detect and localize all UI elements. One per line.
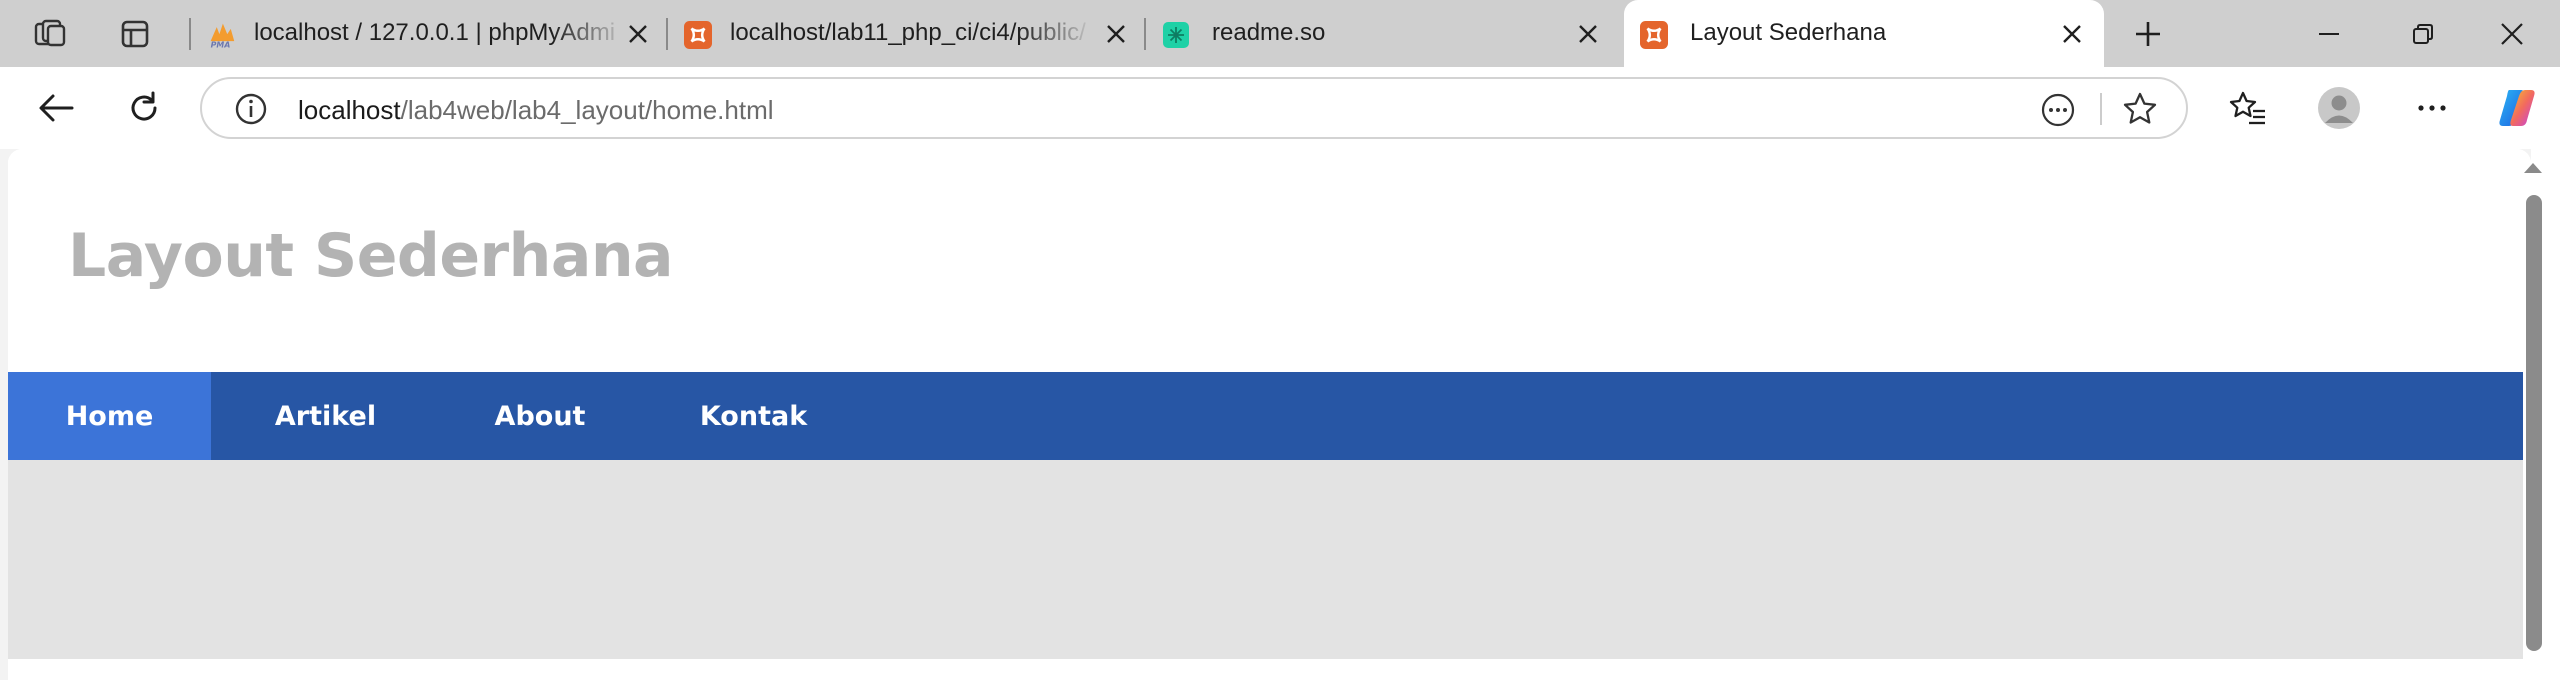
close-tab-icon[interactable] <box>2056 18 2088 50</box>
favorite-star-icon[interactable] <box>2122 91 2158 132</box>
copilot-icon[interactable] <box>2493 84 2541 132</box>
tab-title-fade <box>1018 0 1108 67</box>
restore-icon[interactable] <box>2399 10 2447 58</box>
tab-readme[interactable]: readme.so <box>1146 0 1624 67</box>
close-tab-icon[interactable] <box>622 18 654 50</box>
page-header: Layout Sederhana <box>8 149 2523 372</box>
refresh-icon[interactable] <box>120 84 168 132</box>
xampp-icon <box>684 21 712 49</box>
close-window-icon[interactable] <box>2488 10 2536 58</box>
svg-text:PMA: PMA <box>211 40 231 49</box>
main-nav: Home Artikel About Kontak <box>8 372 2523 460</box>
tab-strip: PMA localhost / 127.0.0.1 | phpMyAdmin l… <box>0 0 2560 67</box>
favorites-icon[interactable] <box>2224 84 2272 132</box>
new-tab-icon[interactable] <box>2124 10 2172 58</box>
nav-artikel[interactable]: Artikel <box>211 372 440 460</box>
nav-about[interactable]: About <box>440 372 640 460</box>
nav-home[interactable]: Home <box>8 372 211 460</box>
back-icon[interactable] <box>32 84 80 132</box>
tab-phpmyadmin[interactable]: PMA localhost / 127.0.0.1 | phpMyAdmin <box>192 0 668 67</box>
tab-actions-icon[interactable] <box>111 10 159 58</box>
minimize-icon[interactable] <box>2305 10 2353 58</box>
workspaces-icon[interactable] <box>26 10 74 58</box>
close-tab-icon[interactable] <box>1572 18 1604 50</box>
scroll-up-icon[interactable] <box>2524 163 2542 173</box>
xampp-icon <box>1640 21 1668 49</box>
address-divider <box>2100 93 2102 125</box>
browser-toolbar: localhost/lab4web/lab4_layout/home.html <box>0 67 2560 149</box>
close-tab-icon[interactable] <box>1100 18 1132 50</box>
site-info-icon[interactable] <box>234 92 268 131</box>
address-bar[interactable]: localhost/lab4web/lab4_layout/home.html <box>200 77 2188 139</box>
scrollbar-thumb[interactable] <box>2526 195 2542 651</box>
content-area <box>8 460 2523 659</box>
readme-icon <box>1162 21 1190 49</box>
tab-divider <box>189 18 191 50</box>
page-body <box>8 659 2523 680</box>
url-path: /lab4web/lab4_layout/home.html <box>400 95 774 125</box>
tab-title: Layout Sederhana <box>1690 19 1887 46</box>
url-text[interactable]: localhost/lab4web/lab4_layout/home.html <box>298 95 774 126</box>
more-menu-icon[interactable] <box>2408 84 2456 132</box>
nav-kontak[interactable]: Kontak <box>640 372 867 460</box>
page-viewport: Layout Sederhana Home Artikel About Kont… <box>8 149 2531 680</box>
url-host: localhost <box>298 95 401 125</box>
tab-layout-sederhana[interactable]: Layout Sederhana <box>1624 0 2104 67</box>
tab-lab11[interactable]: localhost/lab11_php_ci/ci4/public/ <box>668 0 1146 67</box>
phpmyadmin-icon: PMA <box>208 21 236 49</box>
profile-avatar-icon[interactable] <box>2315 84 2363 132</box>
reader-options-icon[interactable] <box>2040 92 2076 133</box>
page-title: Layout Sederhana <box>68 221 674 291</box>
tab-title: readme.so <box>1212 19 1326 46</box>
